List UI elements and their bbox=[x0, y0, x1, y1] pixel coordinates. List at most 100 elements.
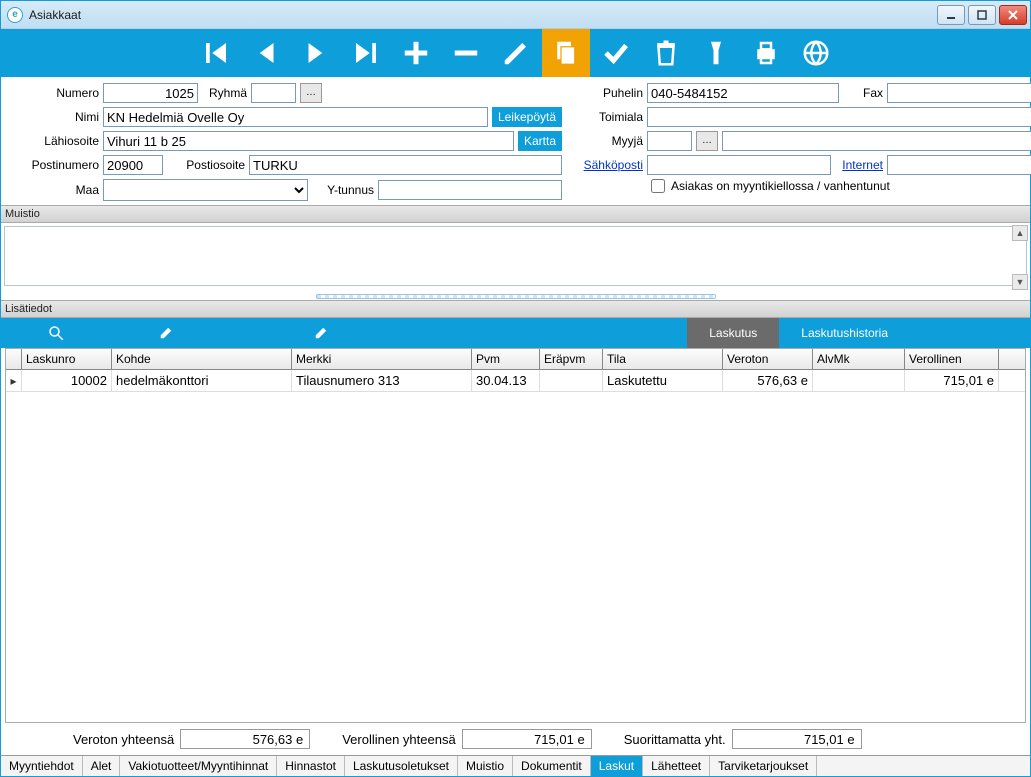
bottom-tab-l-hetteet[interactable]: Lähetteet bbox=[643, 756, 710, 776]
veroton-total-value: 576,63 e bbox=[180, 729, 310, 749]
myyja-lookup-button[interactable]: … bbox=[696, 131, 718, 151]
myyja-input[interactable] bbox=[647, 131, 692, 151]
verollinen-total-value: 715,01 e bbox=[462, 729, 592, 749]
maximize-button[interactable] bbox=[968, 5, 996, 25]
internet-input[interactable] bbox=[887, 155, 1031, 175]
toimiala-label: Toimiala bbox=[578, 110, 643, 124]
nav-prev-button[interactable] bbox=[242, 29, 290, 77]
grid-body: ▸ 10002 hedelmäkonttori Tilausnumero 313… bbox=[6, 370, 1025, 722]
bottom-tab-dokumentit[interactable]: Dokumentit bbox=[513, 756, 591, 776]
print-button[interactable] bbox=[742, 29, 790, 77]
bottom-tab-alet[interactable]: Alet bbox=[83, 756, 121, 776]
myyja-name-input[interactable] bbox=[722, 131, 1031, 151]
sahkoposti-input[interactable] bbox=[647, 155, 831, 175]
col-veroton[interactable]: Veroton bbox=[723, 349, 813, 369]
grid-header: Laskunro Kohde Merkki Pvm Eräpvm Tila Ve… bbox=[6, 349, 1025, 370]
col-laskunro[interactable]: Laskunro bbox=[22, 349, 112, 369]
col-alvmk[interactable]: AlvMk bbox=[813, 349, 905, 369]
veroton-total-label: Veroton yhteensä bbox=[73, 732, 174, 747]
tab-laskutus[interactable]: Laskutus bbox=[687, 318, 779, 348]
trash-button[interactable] bbox=[642, 29, 690, 77]
nimi-input[interactable] bbox=[103, 107, 488, 127]
maa-label: Maa bbox=[9, 183, 99, 197]
scroll-down-icon[interactable]: ▼ bbox=[1012, 274, 1028, 290]
muistio-header: Muistio bbox=[1, 205, 1030, 223]
col-pvm[interactable]: Pvm bbox=[472, 349, 540, 369]
app-icon: e bbox=[7, 7, 23, 23]
remove-button[interactable] bbox=[442, 29, 490, 77]
detail-brush2-button[interactable] bbox=[221, 318, 421, 348]
numero-input[interactable] bbox=[103, 83, 198, 103]
col-merkki[interactable]: Merkki bbox=[292, 349, 472, 369]
customer-form: Numero Ryhmä … Nimi Leikepöytä Lähiosoit… bbox=[1, 77, 1030, 205]
close-button[interactable] bbox=[999, 5, 1027, 25]
detail-toolbar: Laskutus Laskutushistoria bbox=[1, 318, 1030, 348]
suorittamatta-total-value: 715,01 e bbox=[732, 729, 862, 749]
minimize-button[interactable] bbox=[937, 5, 965, 25]
verollinen-total-label: Verollinen yhteensä bbox=[342, 732, 455, 747]
internet-link[interactable]: Internet bbox=[835, 158, 883, 172]
ryhma-label: Ryhmä bbox=[202, 86, 247, 100]
myyntikielto-checkbox[interactable] bbox=[651, 179, 665, 193]
ytunnus-label: Y-tunnus bbox=[312, 183, 374, 197]
ryhma-input[interactable] bbox=[251, 83, 296, 103]
tab-laskutushistoria[interactable]: Laskutushistoria bbox=[779, 318, 910, 348]
bottom-tab-hinnastot[interactable]: Hinnastot bbox=[277, 756, 345, 776]
table-row[interactable]: ▸ 10002 hedelmäkonttori Tilausnumero 313… bbox=[6, 370, 1025, 392]
copy-button[interactable] bbox=[542, 29, 590, 77]
lahiosoite-input[interactable] bbox=[103, 131, 514, 151]
edit-button[interactable] bbox=[492, 29, 540, 77]
bottom-tabs: MyyntiehdotAletVakiotuotteet/Myyntihinna… bbox=[1, 755, 1030, 776]
main-toolbar bbox=[1, 29, 1030, 77]
numero-label: Numero bbox=[9, 86, 99, 100]
bottom-tab-muistio[interactable]: Muistio bbox=[458, 756, 513, 776]
totals-row: Veroton yhteensä 576,63 e Verollinen yht… bbox=[1, 725, 1030, 755]
myyja-label: Myyjä bbox=[578, 134, 643, 148]
invoice-grid[interactable]: Laskunro Kohde Merkki Pvm Eräpvm Tila Ve… bbox=[5, 348, 1026, 723]
postiosoite-label: Postiosoite bbox=[167, 158, 245, 172]
suorittamatta-total-label: Suorittamatta yht. bbox=[624, 732, 726, 747]
postinumero-input[interactable] bbox=[103, 155, 163, 175]
col-erapvm[interactable]: Eräpvm bbox=[540, 349, 603, 369]
nav-last-button[interactable] bbox=[342, 29, 390, 77]
bottom-tab-laskut[interactable]: Laskut bbox=[591, 756, 643, 776]
flashlight-button[interactable] bbox=[692, 29, 740, 77]
sahkoposti-link[interactable]: Sähköposti bbox=[578, 158, 643, 172]
lisatiedot-header: Lisätiedot bbox=[1, 300, 1030, 318]
nav-next-button[interactable] bbox=[292, 29, 340, 77]
col-verollinen[interactable]: Verollinen bbox=[905, 349, 999, 369]
row-pointer-icon: ▸ bbox=[6, 370, 22, 391]
nimi-label: Nimi bbox=[9, 110, 99, 124]
splitter[interactable] bbox=[1, 292, 1030, 300]
ytunnus-input[interactable] bbox=[378, 180, 562, 200]
col-kohde[interactable]: Kohde bbox=[112, 349, 292, 369]
lahiosoite-label: Lähiosoite bbox=[9, 134, 99, 148]
bottom-tab-myyntiehdot[interactable]: Myyntiehdot bbox=[1, 756, 83, 776]
detail-brush1-button[interactable] bbox=[111, 318, 221, 348]
bottom-tab-laskutusoletukset[interactable]: Laskutusoletukset bbox=[345, 756, 458, 776]
bottom-tab-vakiotuotteet-myyntihinnat[interactable]: Vakiotuotteet/Myyntihinnat bbox=[120, 756, 277, 776]
leikepoyta-button[interactable]: Leikepöytä bbox=[492, 107, 562, 127]
postiosoite-input[interactable] bbox=[249, 155, 562, 175]
confirm-button[interactable] bbox=[592, 29, 640, 77]
puhelin-label: Puhelin bbox=[578, 86, 643, 100]
col-tila[interactable]: Tila bbox=[603, 349, 723, 369]
globe-button[interactable] bbox=[792, 29, 840, 77]
muistio-textarea[interactable] bbox=[4, 226, 1027, 286]
postinumero-label: Postinumero bbox=[9, 158, 99, 172]
muistio-area: ▲ ▼ bbox=[1, 223, 1030, 292]
toimiala-input[interactable] bbox=[647, 107, 1031, 127]
myyntikielto-label: Asiakas on myyntikiellossa / vanhentunut bbox=[671, 179, 890, 193]
kartta-button[interactable]: Kartta bbox=[518, 131, 562, 151]
nav-first-button[interactable] bbox=[192, 29, 240, 77]
puhelin-input[interactable] bbox=[647, 83, 839, 103]
titlebar: e Asiakkaat bbox=[1, 1, 1030, 29]
detail-search-button[interactable] bbox=[1, 318, 111, 348]
bottom-tab-tarviketarjoukset[interactable]: Tarviketarjoukset bbox=[710, 756, 817, 776]
ryhma-lookup-button[interactable]: … bbox=[300, 83, 322, 103]
add-button[interactable] bbox=[392, 29, 440, 77]
maa-select[interactable] bbox=[103, 179, 308, 201]
fax-input[interactable] bbox=[887, 83, 1031, 103]
scroll-up-icon[interactable]: ▲ bbox=[1012, 225, 1028, 241]
fax-label: Fax bbox=[843, 86, 883, 100]
